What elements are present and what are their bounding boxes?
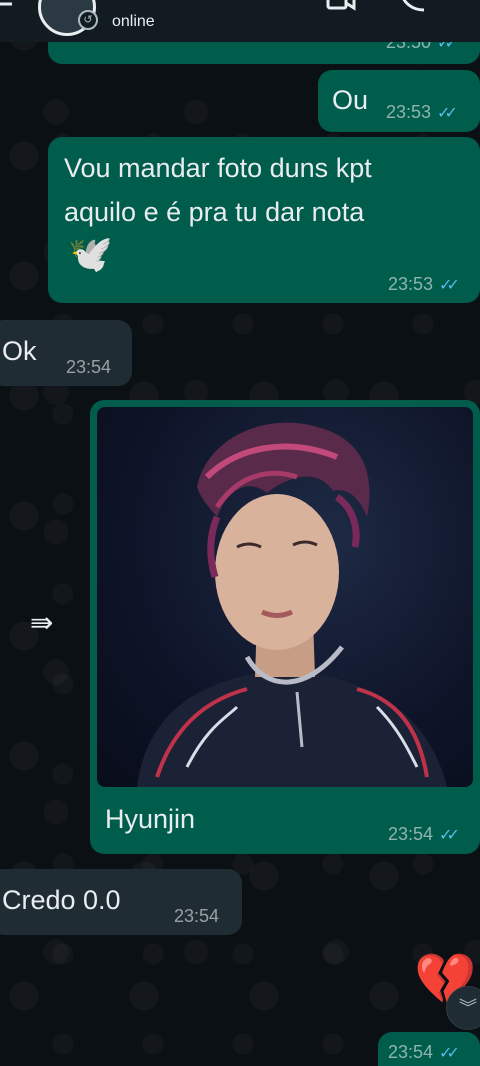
- message-meta: 23:53 ✓✓: [388, 274, 460, 295]
- message-time: 23:54: [388, 1042, 434, 1062]
- read-ticks-icon: ✓✓: [437, 105, 458, 122]
- dove-emoji: 🕊️: [68, 233, 113, 274]
- message-image[interactable]: [97, 407, 473, 787]
- message-text-line: aquilo e é pra tu dar nota: [64, 197, 365, 227]
- message-time: 23:54: [66, 357, 112, 377]
- message-time: 23:53: [388, 274, 434, 294]
- read-ticks-icon: ✓✓: [439, 827, 460, 844]
- message-time: 23:53: [386, 102, 432, 122]
- message-bubble-outgoing[interactable]: Vou mandar foto duns kpt aquilo e é pra …: [48, 137, 480, 303]
- message-text: Ou: [332, 85, 369, 115]
- message-bubble-incoming[interactable]: Credo 0.0 23:54: [0, 869, 242, 935]
- status-icon: ↺: [78, 10, 98, 30]
- chat-header[interactable]: ↺ online: [0, 0, 480, 42]
- message-bubble-incoming[interactable]: Ok 23:54: [0, 320, 132, 386]
- forward-icon[interactable]: ⇛: [30, 606, 70, 646]
- message-time: 23:54: [174, 906, 220, 926]
- message-time: 23:54: [388, 824, 434, 844]
- message-bubble-outgoing[interactable]: Ou 23:53 ✓✓: [318, 70, 480, 132]
- message-bubble-outgoing[interactable]: 23:54 ✓✓: [378, 1032, 480, 1066]
- message-text: Credo 0.0: [2, 885, 121, 915]
- read-ticks-icon: ✓✓: [439, 1045, 460, 1062]
- read-ticks-icon: ✓✓: [439, 277, 460, 294]
- image-caption: Hyunjin: [105, 804, 196, 834]
- back-arrow-icon[interactable]: [0, 0, 12, 14]
- message-bubble-outgoing-image[interactable]: Hyunjin 23:54 ✓✓: [90, 400, 480, 854]
- message-text-line: Vou mandar foto duns kpt: [64, 153, 372, 183]
- message-meta: 23:53 ✓✓: [386, 102, 458, 123]
- voice-call-icon[interactable]: [398, 0, 428, 18]
- message-meta: 23:54 ✓✓: [388, 1042, 460, 1063]
- contact-status: online: [112, 13, 155, 30]
- message-text: Ok: [2, 336, 37, 366]
- video-call-icon[interactable]: [326, 0, 356, 16]
- message-meta: 23:54 ✓✓: [388, 824, 460, 845]
